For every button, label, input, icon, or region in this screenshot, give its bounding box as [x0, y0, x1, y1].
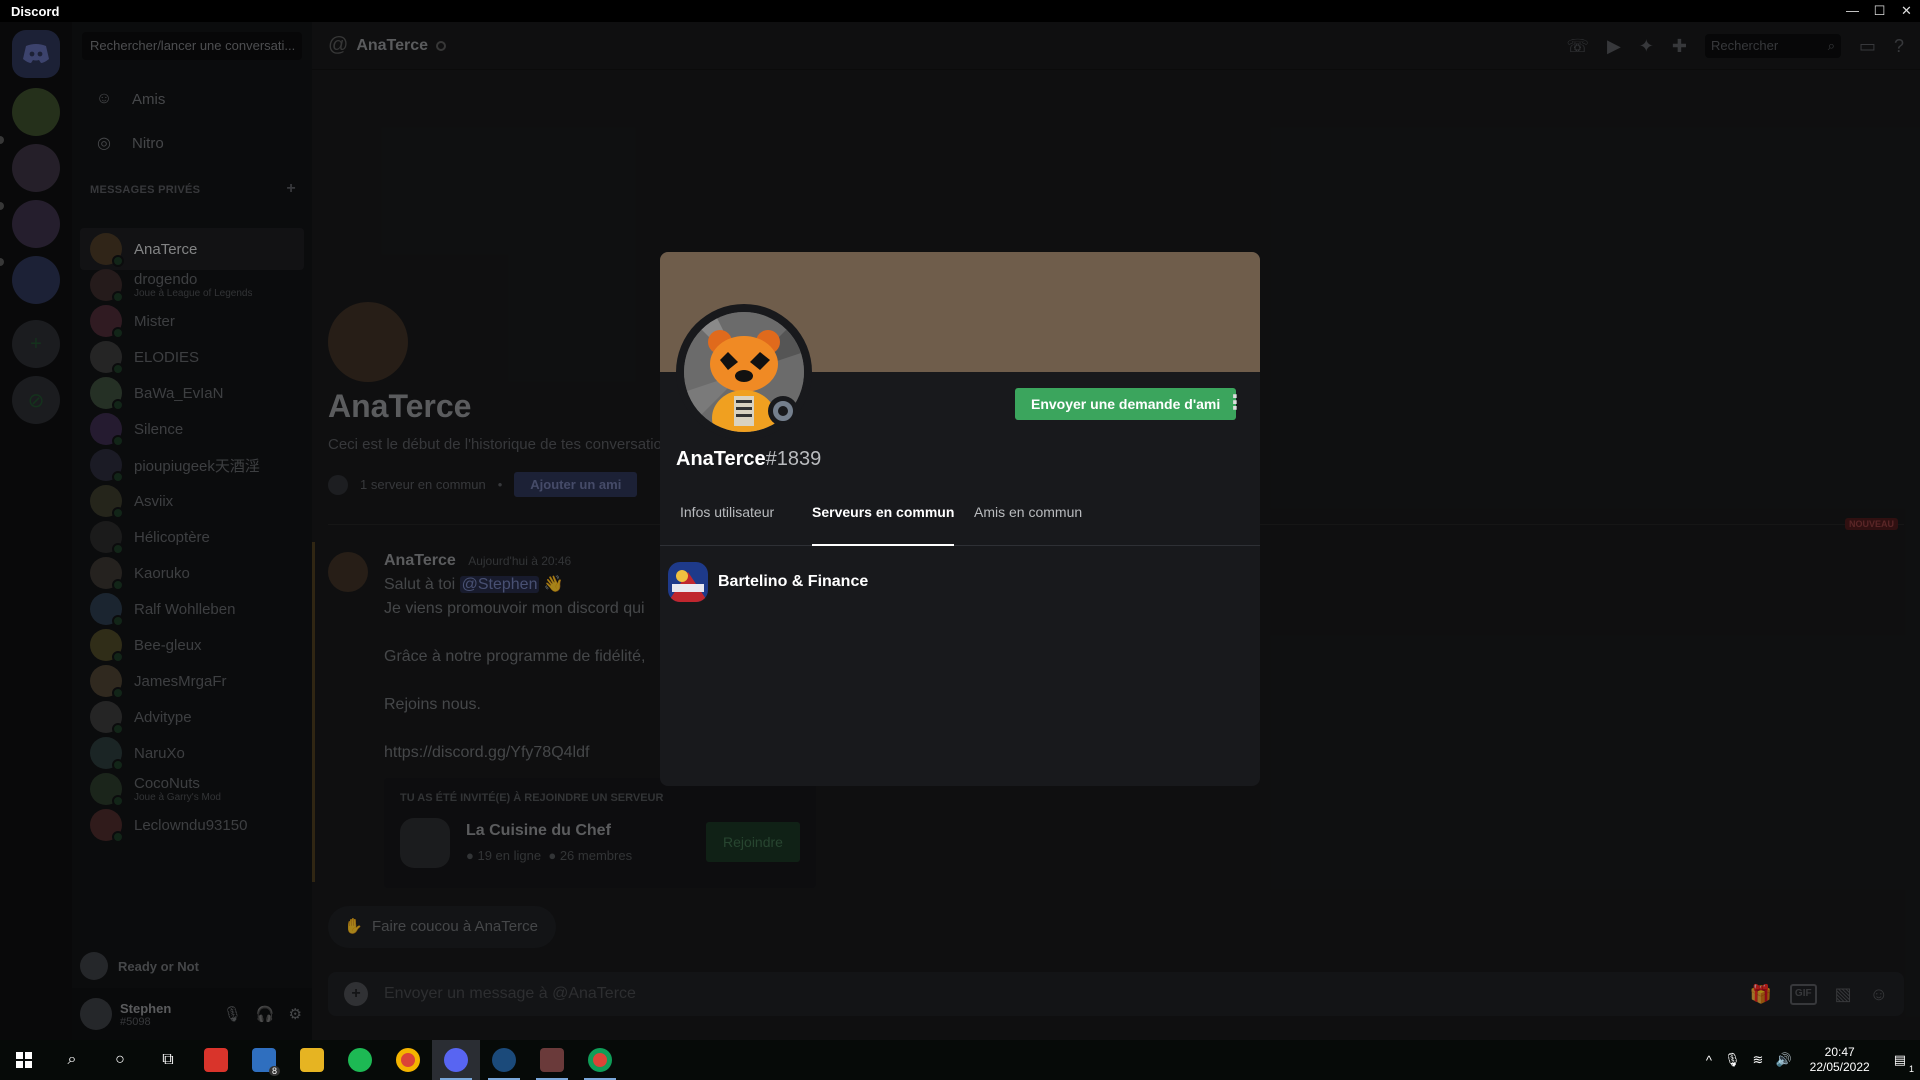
search-icon: ⌕ [67, 1051, 77, 1068]
maximize-button[interactable]: ☐ [1866, 0, 1893, 22]
tab-mutual-servers[interactable]: Serveurs en commun [812, 494, 955, 546]
profile-username: AnaTerce [676, 448, 766, 470]
title-bar: Discord — ☐ ✕ [0, 0, 1920, 22]
windows-logo-icon [16, 1052, 32, 1068]
tab-user-info[interactable]: Infos utilisateur [680, 494, 774, 546]
discord-app: Discord — ☐ ✕ + ⊘ Rechercher/lancer une … [0, 0, 1920, 1040]
taskbar-chrome-2[interactable] [576, 1040, 624, 1080]
system-tray: ^ 🎙 ≋ 🔊 20:47 22/05/2022 ▤ 1 [1700, 1040, 1920, 1080]
spotify-icon [348, 1048, 372, 1072]
clock-time: 20:47 [1824, 1045, 1855, 1059]
tray-chevron-icon[interactable]: ^ [1706, 1053, 1712, 1068]
mutual-server-name: Bartelino & Finance [718, 573, 869, 590]
taskbar-discord[interactable] [432, 1040, 480, 1080]
clock[interactable]: 20:47 22/05/2022 [1810, 1045, 1870, 1075]
task-view-button[interactable]: ⧉ [144, 1040, 192, 1080]
taskbar-app-1[interactable] [192, 1040, 240, 1080]
taskbar-explorer[interactable] [288, 1040, 336, 1080]
window-controls: — ☐ ✕ [1839, 0, 1920, 22]
minimize-button[interactable]: — [1839, 0, 1866, 22]
send-friend-request-button[interactable]: Envoyer une demande d'ami [1015, 388, 1237, 420]
close-button[interactable]: ✕ [1893, 0, 1920, 22]
tab-mutual-friends[interactable]: Amis en commun [974, 494, 1082, 546]
volume-icon[interactable]: 🔊 [1775, 1052, 1791, 1068]
chrome-icon [588, 1048, 612, 1072]
user-profile-modal: Envoyer une demande d'ami ⋮ AnaTerce#183… [660, 252, 1260, 786]
notifications-icon[interactable]: ▤ 1 [1894, 1052, 1914, 1074]
profile-avatar [676, 304, 812, 440]
notification-badge: 1 [1908, 1064, 1914, 1074]
app-title: Discord [11, 3, 60, 19]
taskbar-chrome[interactable] [384, 1040, 432, 1080]
wifi-icon[interactable]: ≋ [1753, 1052, 1764, 1068]
game-icon [540, 1048, 564, 1072]
taskbar-game[interactable] [528, 1040, 576, 1080]
cortana-button[interactable]: ○ [96, 1040, 144, 1080]
steam-icon [492, 1048, 516, 1072]
app-red-icon [204, 1048, 228, 1072]
profile-name: AnaTerce#1839 [676, 448, 821, 471]
clock-date: 22/05/2022 [1809, 1060, 1870, 1074]
taskbar-steam[interactable] [480, 1040, 528, 1080]
taskbar-mail[interactable]: 8 [240, 1040, 288, 1080]
folder-icon [300, 1048, 324, 1072]
profile-tabs: Infos utilisateur Serveurs en commun Ami… [660, 494, 1260, 546]
bartelino-server-icon [668, 562, 708, 602]
windows-taskbar: ⌕ ○ ⧉ 8 ^ 🎙 ≋ 🔊 20:47 22/05/2022 ▤ 1 [0, 1040, 1920, 1080]
mutual-server-item[interactable]: Bartelino & Finance [668, 558, 1252, 606]
discord-icon [444, 1048, 468, 1072]
search-taskbar-button[interactable]: ⌕ [48, 1040, 96, 1080]
taskbar-spotify[interactable] [336, 1040, 384, 1080]
task-view-icon: ⧉ [162, 1051, 174, 1068]
start-button[interactable] [0, 1040, 48, 1080]
profile-discriminator: #1839 [765, 448, 822, 470]
mail-badge: 8 [268, 1066, 280, 1076]
more-options-icon[interactable]: ⋮ [1225, 390, 1245, 418]
offline-status-icon [768, 396, 798, 426]
server-avatar [668, 562, 708, 602]
cortana-icon: ○ [115, 1051, 125, 1068]
chrome-icon [396, 1048, 420, 1072]
tray-mic-icon[interactable]: 🎙 [1724, 1052, 1741, 1068]
